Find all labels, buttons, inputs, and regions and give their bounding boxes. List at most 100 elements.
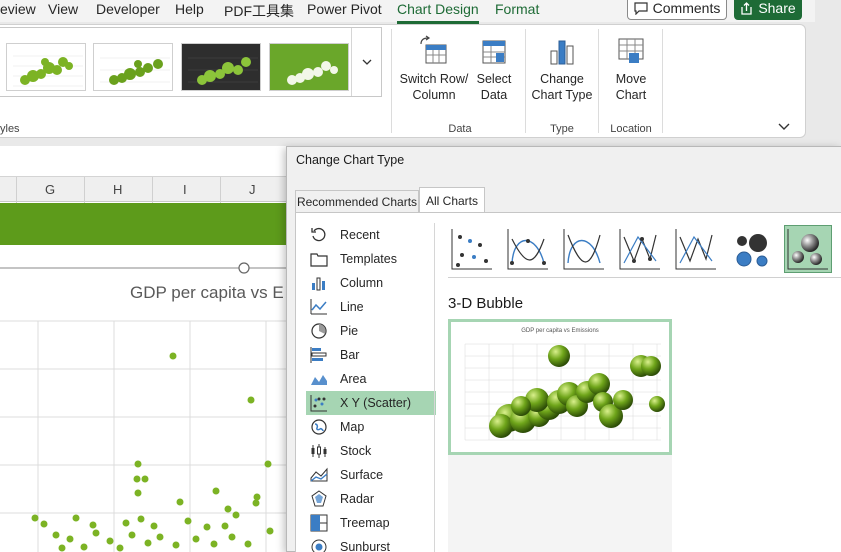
chart-type-label: Surface xyxy=(340,468,384,482)
scatter-points xyxy=(31,352,274,552)
gallery-more-button[interactable] xyxy=(351,28,381,96)
chart-type-label: X Y (Scatter) xyxy=(340,396,412,410)
column-header-j[interactable]: J xyxy=(249,182,256,197)
subtype-scatter[interactable] xyxy=(448,225,496,273)
recent-icon xyxy=(311,227,326,242)
share-button[interactable]: Share xyxy=(734,0,802,20)
chart-type-label: Sunburst xyxy=(340,540,391,552)
change-chart-type-button[interactable]: Change Chart Type xyxy=(529,35,595,103)
smooth-lines-subtype-icon xyxy=(563,229,604,270)
move-chart-icon xyxy=(618,38,644,63)
ribbon-menu-bar: eview View Developer Help PDF工具集 Power P… xyxy=(0,0,815,24)
tab-help[interactable]: Help xyxy=(175,1,204,17)
type-group-label: Type xyxy=(550,123,574,135)
subtype-3d-bubble[interactable] xyxy=(784,225,832,273)
chart-type-label: Recent xyxy=(340,228,380,242)
chart-style-thumbnail[interactable] xyxy=(6,43,86,91)
comments-button[interactable]: Comments xyxy=(627,0,727,20)
chart-design-ribbon: yles Switch Row/ Column Select Data Data… xyxy=(0,24,806,138)
switch-row-column-button[interactable]: Switch Row/ Column xyxy=(398,35,470,103)
bubble-thumbnail-graphic xyxy=(9,46,85,90)
column-header-row: G H I J xyxy=(0,176,290,203)
radar-chart-icon xyxy=(311,490,327,507)
chart-type-sunburst[interactable]: Sunburst xyxy=(306,535,436,552)
tab-pdf-tools[interactable]: PDF工具集 xyxy=(224,1,294,21)
chart-type-label: Pie xyxy=(340,324,359,338)
straight-markers-subtype-icon xyxy=(619,229,660,270)
subtype-scatter-straight-lines[interactable] xyxy=(672,225,720,273)
chart-type-label: Radar xyxy=(340,492,375,506)
chart-type-stock[interactable]: Stock xyxy=(306,439,436,463)
chart-type-bar[interactable]: Bar xyxy=(306,343,436,367)
chart-resize-handle[interactable] xyxy=(238,262,250,274)
bubble-thumbnail-graphic xyxy=(188,57,258,85)
sunburst-chart-icon xyxy=(311,539,327,552)
straight-lines-subtype-icon xyxy=(675,229,716,270)
move-chart-button[interactable]: Move Chart xyxy=(604,35,658,103)
chart-type-surface[interactable]: Surface xyxy=(306,463,436,487)
chart-type-label: Map xyxy=(340,420,365,434)
embedded-chart-title[interactable]: GDP per capita vs E xyxy=(130,283,284,303)
move-chart-label-2: Chart xyxy=(615,88,647,102)
comments-label: Comments xyxy=(652,0,721,16)
column-header-g[interactable]: G xyxy=(45,182,55,197)
column-header-h[interactable]: H xyxy=(113,182,122,197)
chart-style-thumbnail[interactable] xyxy=(181,43,261,91)
select-data-button[interactable]: Select Data xyxy=(472,35,516,103)
share-label: Share xyxy=(758,0,796,16)
change-chart-type-label-1: Change xyxy=(540,72,584,86)
tab-developer[interactable]: Developer xyxy=(96,1,160,17)
collapse-ribbon-button[interactable] xyxy=(778,119,790,134)
tab-power-pivot[interactable]: Power Pivot xyxy=(307,1,382,17)
subtype-scatter-smooth-lines[interactable] xyxy=(560,225,608,273)
chart-type-area[interactable]: Area xyxy=(306,367,436,391)
tab-recommended-charts[interactable]: Recommended Charts xyxy=(295,190,419,213)
chart-type-recent[interactable]: Recent xyxy=(306,223,436,247)
ribbon-separator xyxy=(598,29,599,133)
subtype-scatter-straight-markers[interactable] xyxy=(616,225,664,273)
ribbon-separator xyxy=(662,29,663,133)
column-divider xyxy=(220,177,221,203)
chart-type-label: Stock xyxy=(340,444,372,458)
chart-type-templates[interactable]: Templates xyxy=(306,247,436,271)
select-data-label-1: Select xyxy=(476,72,512,86)
tab-review[interactable]: eview xyxy=(0,1,36,17)
change-chart-type-dialog: Change Chart Type Recommended Charts All… xyxy=(286,146,841,552)
scatter-chart-icon xyxy=(310,395,327,412)
subtype-scatter-smooth-markers[interactable] xyxy=(504,225,552,273)
chart-type-radar[interactable]: Radar xyxy=(306,487,436,511)
change-chart-type-icon xyxy=(550,40,574,65)
chart-styles-gallery xyxy=(0,27,382,97)
column-chart-icon xyxy=(312,277,325,291)
chart-type-map[interactable]: Map xyxy=(306,415,436,439)
move-chart-label-1: Move xyxy=(615,72,647,86)
select-data-label-2: Data xyxy=(480,88,508,102)
tab-format[interactable]: Format xyxy=(495,1,539,17)
tab-all-charts[interactable]: All Charts xyxy=(419,187,485,213)
chart-style-thumbnail[interactable] xyxy=(93,43,173,91)
chart-type-xy-scatter[interactable]: X Y (Scatter) xyxy=(306,391,436,415)
chart-style-thumbnail[interactable] xyxy=(269,43,349,91)
tab-view[interactable]: View xyxy=(48,1,78,17)
chart-type-label: Bar xyxy=(340,348,360,362)
subtype-bubble[interactable] xyxy=(728,225,776,273)
chart-type-column[interactable]: Column xyxy=(306,271,436,295)
chart-preview[interactable]: GDP per capita vs Emissions xyxy=(448,319,672,455)
column-header-i[interactable]: I xyxy=(183,182,187,197)
switch-row-column-label-2: Column xyxy=(412,88,456,102)
chart-type-list: Recent Templates Column Line Pie Bar Are… xyxy=(306,223,436,552)
line-chart-icon xyxy=(310,299,327,315)
tab-chart-design[interactable]: Chart Design xyxy=(397,1,479,24)
chevron-down-icon xyxy=(362,59,371,65)
chart-type-treemap[interactable]: Treemap xyxy=(306,511,436,535)
worksheet[interactable]: G H I J GDP per capita vs E xyxy=(0,146,290,552)
subtype-name: 3-D Bubble xyxy=(448,295,524,312)
all-charts-panel: Recent Templates Column Line Pie Bar Are… xyxy=(295,212,841,552)
chart-type-line[interactable]: Line xyxy=(306,295,436,319)
bubble-thumbnail-graphic xyxy=(100,57,170,85)
dialog-title: Change Chart Type xyxy=(296,153,405,167)
chart-type-pie[interactable]: Pie xyxy=(306,319,436,343)
smooth-markers-subtype-icon xyxy=(507,229,548,270)
column-divider xyxy=(16,177,17,203)
list-divider xyxy=(434,223,435,552)
